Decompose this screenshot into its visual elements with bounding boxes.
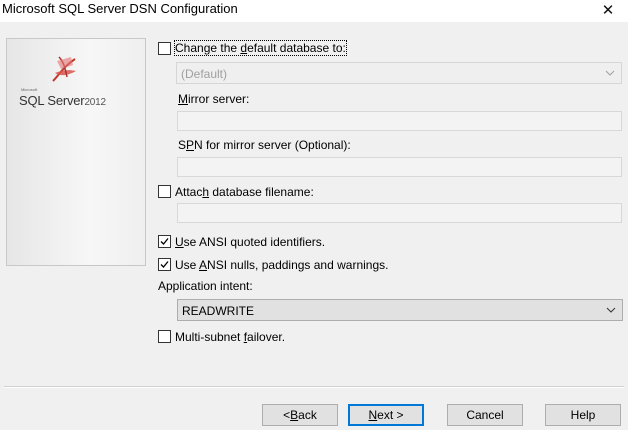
close-icon: ✕: [601, 2, 615, 19]
title-bar: Microsoft SQL Server DSN Configuration ✕: [0, 0, 628, 22]
default-database-combo[interactable]: (Default): [176, 62, 622, 84]
spn-input[interactable]: [177, 157, 622, 177]
mirror-server-input[interactable]: [177, 111, 622, 131]
attach-database-input[interactable]: [177, 203, 622, 223]
default-database-value: (Default): [181, 67, 228, 81]
side-panel: Microsoft SQL Server2012: [6, 38, 146, 266]
logo-product-text: SQL Server2012: [19, 93, 106, 108]
chevron-down-icon: [606, 307, 616, 313]
multisubnet-checkbox[interactable]: [158, 330, 171, 343]
spn-label: SPN for mirror server (Optional):: [178, 138, 351, 152]
cancel-button[interactable]: Cancel: [447, 404, 523, 426]
sql-server-logo-icon: [52, 56, 76, 82]
mirror-server-label: Mirror server:: [178, 92, 250, 106]
attach-database-checkbox[interactable]: [158, 185, 171, 198]
multisubnet-label: Multi-subnet failover.: [175, 330, 286, 344]
application-intent-label: Application intent:: [158, 279, 253, 293]
ansi-quoted-label: Use ANSI quoted identifiers.: [175, 235, 326, 249]
application-intent-select[interactable]: READWRITE: [177, 299, 623, 321]
logo-microsoft-text: Microsoft: [21, 87, 38, 92]
application-intent-value: READWRITE: [182, 304, 254, 318]
back-button[interactable]: < Back: [262, 404, 338, 426]
checkmark-icon: [160, 261, 169, 268]
close-button[interactable]: ✕: [588, 0, 628, 20]
help-button[interactable]: Help: [545, 404, 621, 426]
chevron-down-icon: [605, 70, 615, 76]
sql-server-logo: Microsoft SQL Server2012: [19, 51, 139, 111]
footer-separator: [4, 386, 624, 388]
change-database-label: Change the default database to:: [174, 40, 347, 56]
ansi-nulls-checkbox[interactable]: [158, 258, 171, 271]
window-title: Microsoft SQL Server DSN Configuration: [2, 1, 238, 16]
attach-database-label: Attach database filename:: [175, 185, 314, 199]
checkmark-icon: [160, 238, 169, 245]
change-database-checkbox[interactable]: [158, 42, 171, 55]
ansi-nulls-label: Use ANSI nulls, paddings and warnings.: [175, 258, 389, 272]
next-button[interactable]: Next >: [348, 404, 424, 426]
ansi-quoted-checkbox[interactable]: [158, 235, 171, 248]
